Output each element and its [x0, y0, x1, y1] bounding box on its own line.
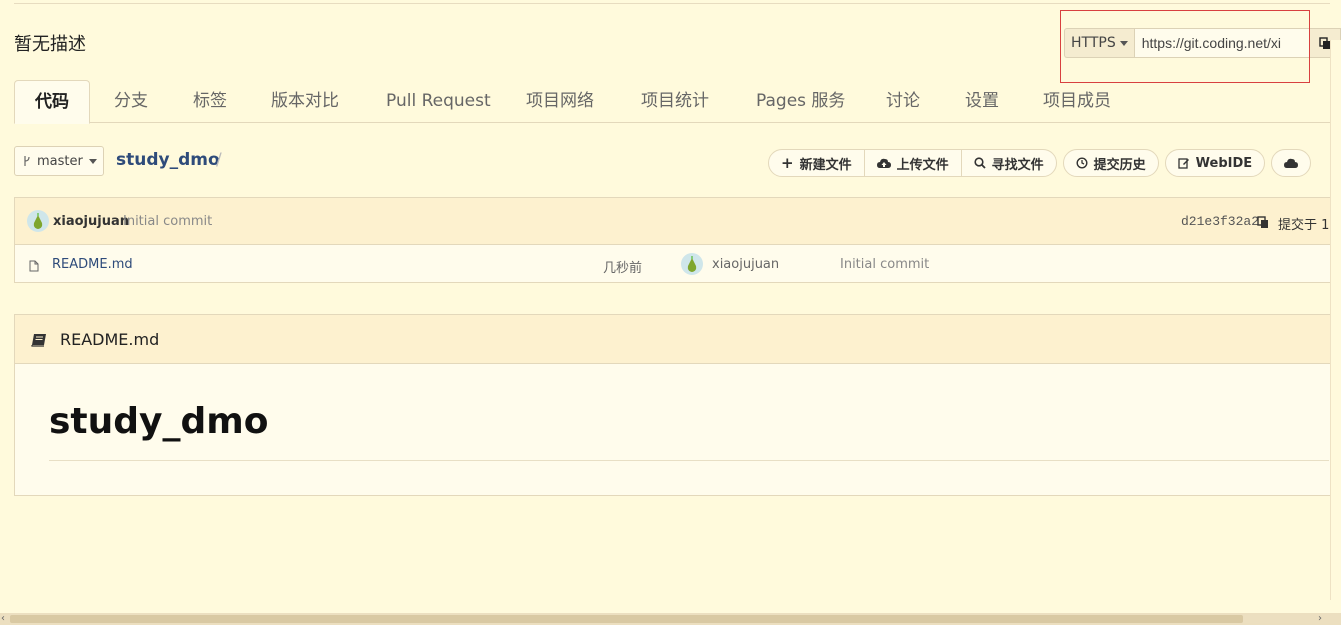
tab-members[interactable]: 项目成员: [1043, 80, 1111, 122]
webide-button[interactable]: WebIDE: [1166, 150, 1265, 176]
vertical-scrollbar[interactable]: [1330, 40, 1341, 600]
file-author-link[interactable]: xiaojujuan: [712, 257, 779, 272]
branch-label: master: [37, 153, 83, 169]
commit-author-link[interactable]: xiaojujuan: [53, 214, 129, 229]
tab-pull-request[interactable]: Pull Request: [386, 80, 491, 122]
file-commit-message[interactable]: Initial commit: [840, 257, 929, 272]
pear-avatar-icon: [687, 256, 697, 272]
tab-network[interactable]: 项目网络: [526, 80, 594, 122]
copy-icon: [1319, 36, 1330, 49]
scroll-left-icon[interactable]: ‹: [1, 613, 5, 625]
tab-compare[interactable]: 版本对比: [271, 80, 339, 122]
avatar[interactable]: [27, 210, 49, 232]
history-button[interactable]: 提交历史: [1064, 150, 1158, 176]
history-label: 提交历史: [1093, 157, 1146, 173]
tab-discussion[interactable]: 讨论: [886, 80, 920, 122]
clock-icon: [1076, 157, 1088, 169]
repo-description: 暂无描述: [14, 34, 86, 55]
readme-title: README.md: [60, 330, 160, 349]
highlight-box: [1060, 10, 1310, 83]
table-row[interactable]: README.md 几秒前 xiaojujuan Initial commit: [15, 245, 1340, 283]
upload-file-label: 上传文件: [896, 157, 949, 173]
readme-header: README.md: [15, 315, 1340, 364]
find-file-button[interactable]: 寻找文件: [962, 150, 1056, 176]
webide-label: WebIDE: [1195, 155, 1253, 171]
last-commit-bar: xiaojujuan Initial commit d21e3f32a2 提交于…: [15, 198, 1340, 245]
cloud-upload-icon: [876, 158, 891, 168]
tab-stats[interactable]: 项目统计: [641, 80, 709, 122]
upload-file-button[interactable]: 上传文件: [865, 150, 962, 176]
chevron-down-icon: [88, 158, 97, 164]
tab-branches[interactable]: 分支: [114, 80, 148, 122]
book-icon: [31, 332, 47, 351]
tab-code[interactable]: 代码: [14, 80, 90, 124]
copy-icon: [1257, 216, 1268, 228]
file-name-link[interactable]: README.md: [52, 257, 133, 272]
cloud-download-icon: [1284, 158, 1299, 168]
file-list-panel: xiaojujuan Initial commit d21e3f32a2 提交于…: [14, 197, 1341, 283]
scrollbar-thumb[interactable]: [10, 615, 1243, 623]
branch-selector[interactable]: master: [14, 146, 104, 176]
commit-time: 提交于 1: [1278, 218, 1330, 233]
tab-tags[interactable]: 标签: [193, 80, 227, 122]
top-divider: [14, 3, 1330, 4]
search-icon: [974, 157, 986, 169]
branch-icon: [24, 156, 30, 166]
plus-icon: +: [781, 154, 794, 172]
file-actions-group: + 新建文件 上传文件 寻找文件: [768, 149, 1057, 177]
tab-settings[interactable]: 设置: [965, 80, 999, 122]
download-button[interactable]: [1272, 150, 1310, 176]
download-group: [1271, 149, 1312, 177]
commit-hash-link[interactable]: d21e3f32a2: [1181, 214, 1259, 229]
readme-heading: study_dmo: [49, 401, 269, 442]
find-file-label: 寻找文件: [991, 157, 1044, 173]
readme-heading-rule: [49, 460, 1329, 461]
pear-avatar-icon: [33, 213, 43, 229]
webide-group: WebIDE: [1164, 149, 1266, 177]
horizontal-scrollbar[interactable]: ‹ ›: [0, 613, 1341, 625]
new-file-button[interactable]: + 新建文件: [769, 150, 865, 176]
tab-pages[interactable]: Pages 服务: [756, 80, 845, 122]
file-age: 几秒前: [603, 261, 643, 276]
path-separator: /: [216, 150, 222, 170]
file-toolbar: + 新建文件 上传文件 寻找文件 提交历史 WebIDE: [768, 149, 1312, 177]
repo-name-link[interactable]: study_dmo: [116, 150, 220, 170]
edit-icon: [1177, 158, 1189, 169]
new-file-label: 新建文件: [799, 157, 852, 173]
commit-message[interactable]: Initial commit: [123, 214, 212, 229]
repo-page: 暂无描述 HTTPS https://git.coding.net/xi 代码 …: [0, 0, 1341, 625]
scroll-right-icon[interactable]: ›: [1318, 613, 1322, 625]
repo-tabs: 代码 分支 标签 版本对比 Pull Request 项目网络 项目统计 Pag…: [14, 80, 1341, 124]
copy-hash-button[interactable]: [1257, 214, 1269, 233]
history-group: 提交历史: [1062, 149, 1159, 177]
readme-panel: README.md study_dmo: [14, 314, 1341, 496]
file-icon: [29, 257, 39, 276]
avatar[interactable]: [681, 253, 703, 275]
